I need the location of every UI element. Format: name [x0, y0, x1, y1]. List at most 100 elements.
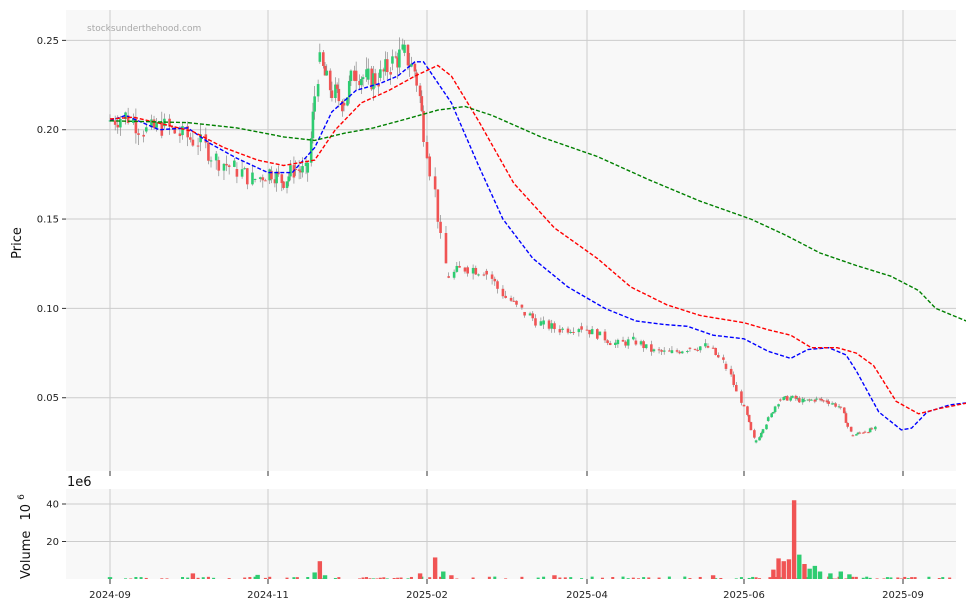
volume-bar: [190, 573, 196, 579]
candle-body: [225, 163, 228, 166]
candle-body: [251, 172, 254, 185]
candle-body: [188, 137, 192, 140]
volume-bar: [542, 576, 546, 579]
candle-body: [547, 320, 551, 329]
candle-body: [366, 68, 370, 80]
candle-body: [328, 70, 332, 91]
candle-body: [766, 417, 770, 421]
candle-body: [722, 357, 725, 360]
volume-bar: [227, 578, 231, 579]
volume-bar: [417, 573, 423, 579]
candle-body: [644, 344, 648, 349]
candle-body: [463, 267, 467, 272]
price-tick-label: 0.20: [37, 125, 59, 136]
volume-bar: [797, 554, 802, 579]
candle-body: [214, 153, 218, 161]
volume-axis-unit-exponent: 6: [17, 494, 27, 500]
candle-body: [754, 440, 758, 443]
candle-body: [501, 288, 505, 297]
candle-body: [758, 437, 761, 441]
candle-body: [558, 329, 562, 333]
candle-body: [403, 44, 406, 53]
volume-axis-label: Volume 10 6: [17, 494, 34, 579]
volume-bar: [124, 578, 128, 579]
candle-body: [867, 432, 870, 434]
candle-body: [753, 430, 756, 438]
candle-body: [569, 331, 573, 333]
volume-bar: [428, 577, 432, 579]
candle-body: [379, 69, 382, 78]
volume-bar: [657, 577, 661, 579]
volume-y-ticks: 2040: [46, 500, 66, 548]
volume-bar: [552, 575, 557, 579]
volume-bar: [621, 576, 625, 579]
volume-bar: [611, 577, 615, 579]
candle-body: [354, 70, 358, 81]
candle-body: [724, 363, 728, 369]
volume-bar: [719, 577, 723, 579]
volume-bar: [306, 577, 310, 579]
candle-body: [422, 110, 425, 142]
candle-body: [258, 177, 262, 179]
price-y-ticks: 0.05 0.10 0.15 0.20 0.25: [37, 36, 66, 404]
volume-bar: [371, 578, 375, 579]
candle-body: [621, 339, 625, 342]
candle-body: [447, 276, 450, 278]
volume-bar: [255, 574, 260, 579]
candle-body: [261, 177, 265, 181]
candle-body: [577, 329, 581, 333]
candle-body: [515, 300, 518, 305]
price-panel-background: [66, 10, 956, 471]
volume-bar: [758, 578, 762, 579]
candle-body: [813, 399, 817, 402]
volume-bar: [358, 578, 362, 579]
volume-bar: [838, 571, 843, 579]
candle-body: [624, 341, 627, 346]
candle-body: [861, 432, 865, 434]
candle-body: [815, 398, 818, 400]
candle-body: [734, 384, 738, 392]
candle-body: [360, 79, 363, 86]
candle-body: [474, 267, 478, 275]
candle-body: [509, 297, 513, 301]
candle-body: [316, 84, 320, 97]
volume-bar: [771, 569, 776, 579]
candle-body: [580, 326, 583, 330]
candle-body: [313, 96, 316, 112]
volume-bar: [396, 577, 400, 579]
candle-body: [740, 391, 743, 403]
volume-axis-unit: 10: [19, 504, 34, 521]
volume-tick-label: 20: [46, 537, 59, 548]
x-tick-label: 2025-02: [406, 590, 448, 601]
candle-body: [747, 414, 751, 423]
candle-body: [773, 406, 777, 412]
price-tick-label: 0.10: [37, 304, 59, 315]
candle-body: [782, 397, 786, 401]
candle-body: [119, 119, 122, 128]
candle-body: [608, 343, 612, 346]
candle-body: [870, 428, 874, 430]
volume-bar: [248, 577, 252, 579]
candle-body: [749, 422, 753, 431]
candle-body: [639, 341, 643, 345]
volume-bar: [851, 576, 855, 579]
candle-body: [444, 232, 448, 264]
volume-bar: [791, 500, 797, 579]
volume-bar: [333, 578, 337, 579]
candle-body: [209, 160, 213, 162]
volume-bar: [337, 577, 341, 579]
candle-body: [678, 351, 681, 354]
volume-bar: [365, 577, 369, 579]
candle-body: [181, 126, 184, 136]
candle-body: [662, 350, 666, 352]
candle-body: [191, 139, 195, 146]
candle-body: [595, 329, 599, 339]
volume-bar: [781, 561, 786, 579]
volume-tick-label: 40: [46, 500, 59, 511]
volume-bar: [941, 577, 945, 579]
volume-bar: [160, 578, 164, 579]
candle-body: [531, 313, 535, 319]
volume-bar: [913, 577, 917, 579]
candle-body: [553, 323, 556, 330]
volume-bar: [432, 557, 438, 579]
